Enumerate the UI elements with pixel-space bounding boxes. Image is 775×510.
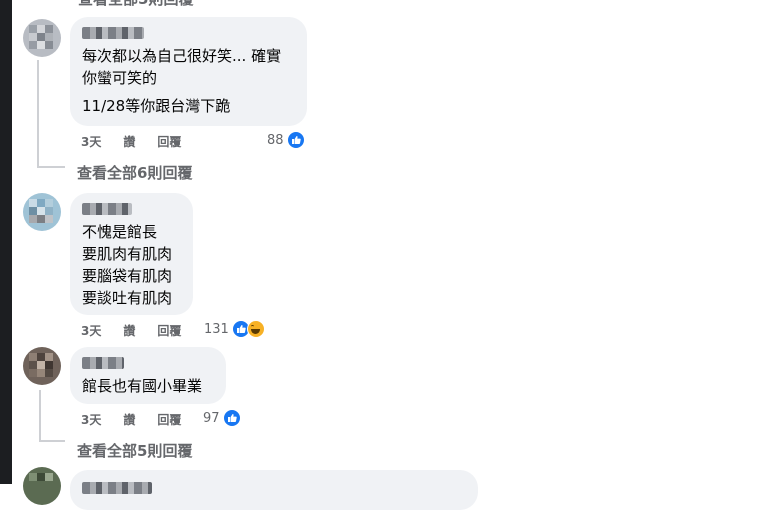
reaction-count: 88 [267, 132, 284, 148]
reply-button[interactable]: 回覆 [157, 133, 181, 150]
reaction-count: 97 [203, 410, 220, 426]
reaction-summary[interactable]: 97 [203, 409, 241, 427]
avatar[interactable] [23, 193, 61, 231]
commenter-name-blurred[interactable] [82, 27, 144, 39]
thread-line [39, 440, 65, 442]
like-icon [222, 409, 241, 427]
view-all-replies-link[interactable]: 查看全部5則回覆 [77, 440, 192, 461]
comment-text: 你蠻可笑的 [82, 69, 158, 87]
comment-actions: 3天 讚 回覆 [81, 322, 181, 339]
like-icon [286, 131, 305, 149]
avatar[interactable] [23, 19, 61, 57]
avatar[interactable] [23, 347, 61, 385]
thread-line [37, 60, 39, 168]
like-button[interactable]: 讚 [123, 411, 135, 428]
timestamp-link[interactable]: 3天 [81, 133, 101, 150]
comment-text: 每次都以為自己很好笑... 確實 [82, 47, 282, 65]
comment-text: 不愧是館長 [82, 223, 158, 241]
comment-text: 館長也有國小畢業 [82, 377, 203, 395]
view-all-replies-link[interactable]: 查看全部6則回覆 [77, 162, 192, 183]
view-all-replies-link[interactable]: 查看全部5則回覆 [78, 0, 193, 9]
reaction-summary[interactable]: 131 [204, 320, 265, 338]
reaction-count: 131 [204, 321, 229, 337]
comment-bubble: 每次都以為自己很好笑... 確實 你蠻可笑的 11/28等你跟台灣下跪 [70, 17, 307, 126]
comment-text: 要談吐有肌肉 [82, 289, 173, 307]
left-edge-bar [0, 0, 12, 484]
commenter-name-blurred[interactable] [82, 203, 132, 215]
comment-bubble [70, 470, 478, 510]
comment-text: 要腦袋有肌肉 [82, 267, 173, 285]
timestamp-link[interactable]: 3天 [81, 322, 101, 339]
reaction-summary[interactable]: 88 [267, 131, 305, 149]
thread-line [37, 166, 65, 168]
comment-bubble: 不愧是館長 要肌肉有肌肉 要腦袋有肌肉 要談吐有肌肉 [70, 193, 193, 315]
comment-text: 要肌肉有肌肉 [82, 245, 173, 263]
comment-bubble: 館長也有國小畢業 [70, 347, 226, 404]
comment-actions: 3天 讚 回覆 [81, 411, 181, 428]
comment-actions: 3天 讚 回覆 [81, 133, 181, 150]
reply-button[interactable]: 回覆 [157, 411, 181, 428]
avatar[interactable] [23, 467, 61, 505]
timestamp-link[interactable]: 3天 [81, 411, 101, 428]
comment-text: 11/28等你跟台灣下跪 [82, 97, 231, 115]
like-button[interactable]: 讚 [123, 322, 135, 339]
commenter-name-blurred[interactable] [82, 357, 124, 369]
like-button[interactable]: 讚 [123, 133, 135, 150]
reply-button[interactable]: 回覆 [157, 322, 181, 339]
thread-line [39, 390, 41, 440]
haha-icon [246, 320, 265, 338]
